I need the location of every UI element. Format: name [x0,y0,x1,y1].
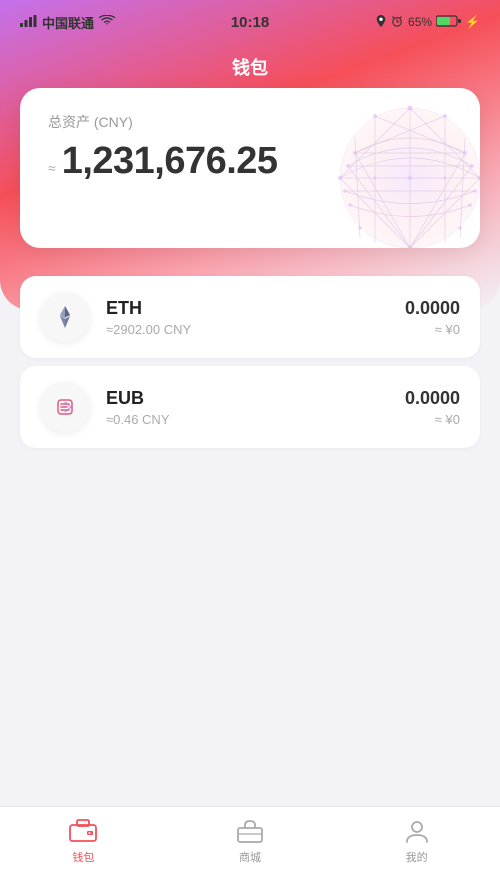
tab-bar: 钱包 商城 我的 [0,806,500,889]
eub-icon [51,393,79,421]
profile-tab-label: 我的 [406,849,428,865]
dome-decoration [310,98,480,248]
alarm-icon [390,15,404,30]
token-item-eub[interactable]: EUB ≈0.46 CNY 0.0000 ≈ ¥0 [20,366,480,448]
asset-card: 总资产 (CNY) ≈ 1,231,676.25 [20,88,480,248]
token-item-eth[interactable]: ETH ≈2902.00 CNY 0.0000 ≈ ¥0 [20,276,480,358]
battery-level: 65% [408,15,432,29]
signal-icon [20,15,37,30]
asset-approx-symbol: ≈ [48,160,56,176]
tab-wallet[interactable]: 钱包 [0,817,167,865]
eth-icon [51,303,79,331]
eub-cny: ≈ ¥0 [405,412,460,427]
eth-cny: ≈ ¥0 [405,322,460,337]
token-list: ETH ≈2902.00 CNY 0.0000 ≈ ¥0 [0,268,500,889]
eub-values: 0.0000 ≈ ¥0 [405,388,460,427]
eth-name: ETH [106,298,389,319]
eub-name: EUB [106,388,389,409]
eub-amount: 0.0000 [405,388,460,409]
status-indicators: 65% ⚡ [376,15,480,30]
main-content: 总资产 (CNY) ≈ 1,231,676.25 [0,0,500,889]
tab-shop[interactable]: 商城 [167,817,334,865]
profile-tab-icon [403,817,431,845]
carrier-name: 中国联通 [42,13,94,32]
battery-icon [436,15,461,30]
wallet-tab-label: 钱包 [72,849,94,865]
asset-amount: 1,231,676.25 [62,140,278,183]
eth-icon-wrapper [40,292,90,342]
eth-price: ≈2902.00 CNY [106,322,389,337]
eub-icon-wrapper [40,382,90,432]
location-icon [376,15,386,30]
shop-tab-label: 商城 [239,849,261,865]
status-carrier: 中国联通 [20,13,115,32]
shop-tab-icon [236,817,264,845]
status-bar: 中国联通 10:18 65% [0,0,500,44]
wallet-tab-icon [69,817,97,845]
status-time: 10:18 [231,14,269,31]
eub-price: ≈0.46 CNY [106,412,389,427]
tab-profile[interactable]: 我的 [333,817,500,865]
wifi-icon [99,15,115,30]
eth-values: 0.0000 ≈ ¥0 [405,298,460,337]
eub-info: EUB ≈0.46 CNY [106,388,389,427]
charging-icon: ⚡ [465,15,480,29]
eth-amount: 0.0000 [405,298,460,319]
eth-info: ETH ≈2902.00 CNY [106,298,389,337]
